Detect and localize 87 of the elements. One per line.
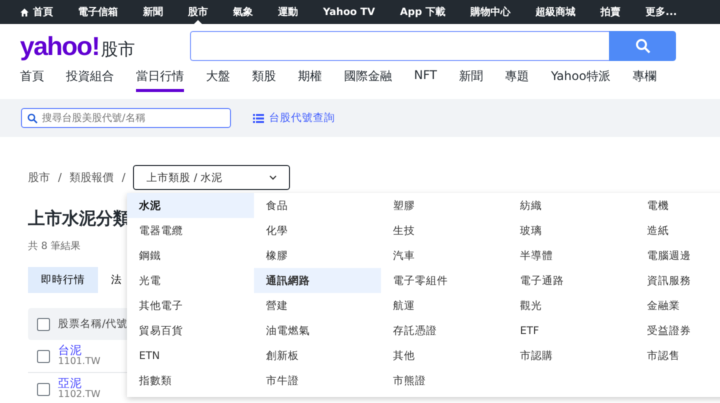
nav-tab[interactable]: 期權: [298, 68, 322, 92]
result-count: 共 8 筆結果: [28, 240, 82, 253]
nav-tab[interactable]: 類股: [252, 68, 276, 92]
search-icon: [634, 38, 650, 54]
dropdown-option[interactable]: 航運: [381, 293, 508, 318]
dropdown-option[interactable]: 汽車: [381, 243, 508, 268]
dropdown-option[interactable]: 市認售: [635, 343, 720, 368]
nav-tab[interactable]: 國際金融: [344, 68, 392, 92]
dropdown-option[interactable]: 其他: [381, 343, 508, 368]
nav-tab[interactable]: 首頁: [20, 68, 44, 92]
logo[interactable]: yahoo!: [20, 30, 100, 62]
dropdown-option[interactable]: 營建: [254, 293, 381, 318]
breadcrumb-separator: /: [122, 171, 126, 184]
nav-tab[interactable]: NFT: [414, 68, 437, 89]
top-nav-link[interactable]: 超級商城: [536, 0, 576, 24]
nav-tab[interactable]: 新聞: [459, 68, 483, 92]
dropdown-option[interactable]: 油電燃氣: [254, 318, 381, 343]
chevron-icon: [269, 175, 278, 180]
search-field[interactable]: [190, 31, 609, 61]
dropdown-option[interactable]: 鋼鐵: [127, 243, 254, 268]
dropdown-option[interactable]: 生技: [381, 218, 508, 243]
top-nav-link[interactable]: 電子信箱: [78, 0, 118, 24]
nav-tab[interactable]: 當日行情: [136, 68, 184, 92]
checkbox[interactable]: [37, 350, 50, 362]
stock-code: 1102.TW: [58, 390, 100, 401]
top-nav-link[interactable]: 新聞: [143, 0, 163, 24]
nav-tab[interactable]: 專題: [505, 68, 529, 92]
dropdown-option[interactable]: 電子零組件: [381, 268, 508, 293]
checkbox[interactable]: [37, 382, 50, 396]
dropdown-option[interactable]: 觀光: [508, 293, 635, 318]
search-button[interactable]: [609, 31, 676, 61]
dropdown-option[interactable]: 電腦週邊: [635, 243, 720, 268]
top-nav-link[interactable]: Yahoo TV: [323, 0, 375, 24]
dropdown-option[interactable]: 受益證券: [635, 318, 720, 343]
dropdown-option[interactable]: 食品: [254, 193, 381, 218]
quote-search-field[interactable]: 搜尋台股美股代號/名稱: [21, 108, 231, 128]
dropdown-option[interactable]: 貿易百貨: [127, 318, 254, 343]
dropdown-option[interactable]: 紡織: [508, 193, 635, 218]
nav-tab[interactable]: Yahoo特派: [551, 68, 610, 92]
column-header: 股票名稱/代號: [58, 317, 128, 331]
stock-name-link[interactable]: 亞泥: [58, 377, 100, 390]
nav-tab[interactable]: 投資組合: [66, 68, 114, 92]
top-nav-link[interactable]: 拍賣: [600, 0, 621, 24]
dropdown-option[interactable]: 資訊服務: [635, 268, 720, 293]
dropdown-option[interactable]: 化學: [254, 218, 381, 243]
top-nav-link[interactable]: 股市: [188, 0, 208, 24]
dropdown-option[interactable]: 通訊網路: [254, 268, 381, 293]
dropdown-option[interactable]: 存託憑證: [381, 318, 508, 343]
top-nav-link[interactable]: 購物中心: [470, 0, 511, 24]
dropdown-option[interactable]: 造紙: [635, 218, 720, 243]
dropdown-option[interactable]: 市認購: [508, 343, 635, 368]
code-lookup-link[interactable]: 台股代號查詢: [253, 111, 335, 125]
dropdown-option[interactable]: 指數類: [127, 368, 254, 393]
stock-name-link[interactable]: 台泥: [58, 344, 100, 358]
dropdown-option[interactable]: 電器電纜: [127, 218, 254, 243]
top-nav-link[interactable]: 更多...: [646, 0, 677, 24]
logo-section-title: 股市: [101, 38, 136, 60]
nav-tab[interactable]: 專欄: [632, 68, 656, 92]
dropdown-option[interactable]: 塑膠: [381, 193, 508, 218]
dropdown-option[interactable]: 市牛證: [254, 368, 381, 393]
stock-code: 1101.TW: [58, 357, 100, 368]
dropdown-option[interactable]: 水泥: [127, 193, 254, 218]
dropdown-option[interactable]: ETF: [508, 318, 635, 343]
top-nav-link[interactable]: 首頁: [20, 0, 53, 24]
view-tab[interactable]: 即時行情: [28, 267, 98, 293]
search-icon: [27, 113, 38, 124]
list-icon: [253, 114, 264, 122]
dropdown-option[interactable]: 半導體: [508, 243, 635, 268]
dropdown-option[interactable]: ETN: [127, 343, 254, 368]
dropdown-option[interactable]: 創新板: [254, 343, 381, 368]
breadcrumb-link[interactable]: 類股報價: [70, 170, 114, 185]
dropdown-option[interactable]: 橡膠: [254, 243, 381, 268]
dropdown-option[interactable]: 金融業: [635, 293, 720, 318]
category-dropdown[interactable]: 上市類股 / 水泥: [133, 165, 290, 190]
dropdown-option[interactable]: 玻璃: [508, 218, 635, 243]
dropdown-option[interactable]: 其他電子: [127, 293, 254, 318]
top-nav-link[interactable]: 運動: [278, 0, 298, 24]
breadcrumb-separator: /: [58, 171, 62, 184]
nav-tab[interactable]: 大盤: [206, 68, 230, 92]
top-nav-link[interactable]: App 下載: [400, 0, 446, 24]
checkbox[interactable]: [37, 318, 50, 330]
dropdown-option[interactable]: 電子通路: [508, 268, 635, 293]
home-icon: [20, 8, 29, 16]
dropdown-option[interactable]: 市熊證: [381, 368, 508, 393]
dropdown-option[interactable]: 電機: [635, 193, 720, 218]
breadcrumb-link[interactable]: 股市: [28, 170, 50, 185]
top-nav-link[interactable]: 氣象: [233, 0, 253, 24]
